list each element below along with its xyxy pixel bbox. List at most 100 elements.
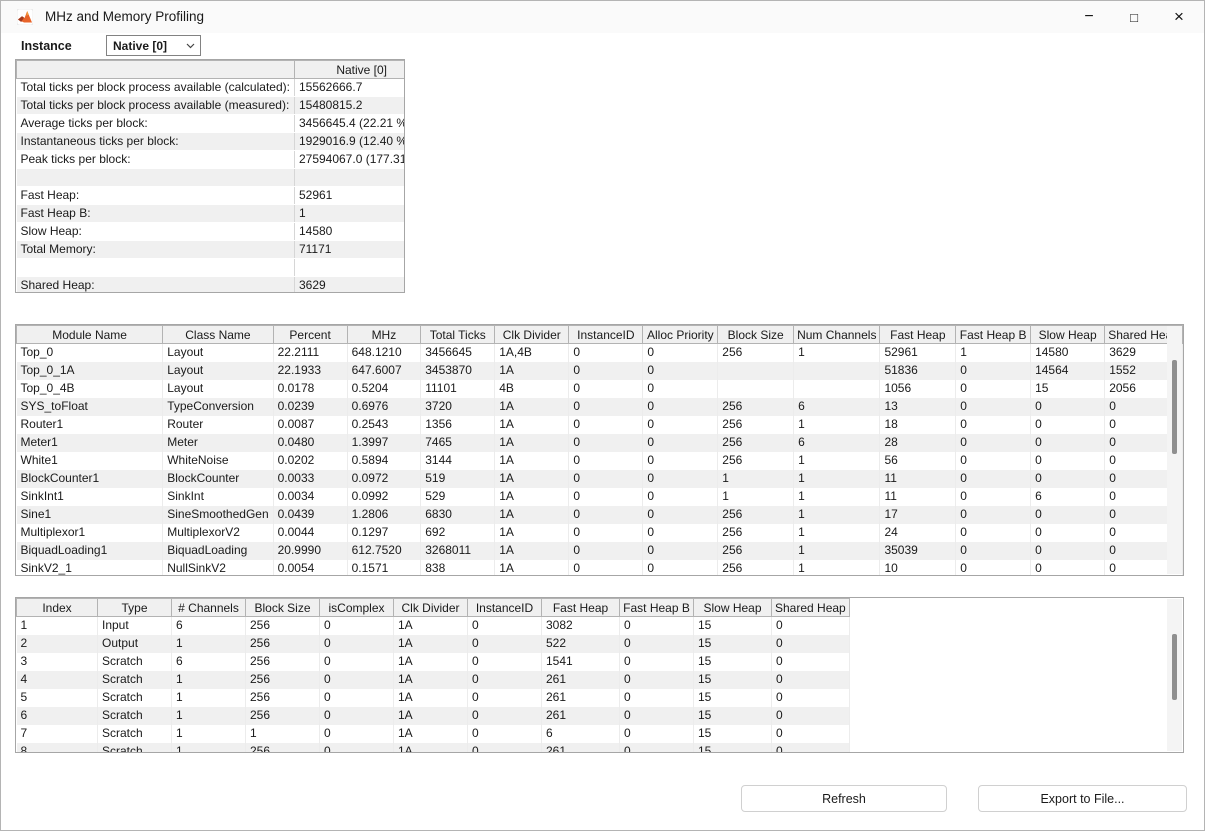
cell: 256 <box>718 560 794 577</box>
cell: 261 <box>542 743 620 754</box>
buffer-row[interactable]: 6Scratch125601A02610150 <box>17 707 850 725</box>
cell: Layout <box>163 362 273 380</box>
cell: Scratch <box>98 725 172 743</box>
cell <box>294 259 405 277</box>
cell: 1A <box>394 707 468 725</box>
window-title: MHz and Memory Profiling <box>45 1 204 33</box>
cell: 15 <box>694 743 772 754</box>
cell: 0.5894 <box>347 452 421 470</box>
cell: 0 <box>468 725 542 743</box>
cell: 18 <box>880 416 956 434</box>
instance-selected-value: Native [0] <box>113 39 167 53</box>
cell: 7465 <box>421 434 495 452</box>
buffer-table: IndexType# ChannelsBlock SizeisComplexCl… <box>15 597 1184 753</box>
cell <box>17 169 295 187</box>
cell: 0.1297 <box>347 524 421 542</box>
column-header: Module Name <box>17 326 163 344</box>
module-row[interactable]: Meter1Meter0.04801.399774651A00256628000 <box>17 434 1183 452</box>
summary-row[interactable]: Slow Heap:14580 <box>17 223 406 241</box>
module-table-scrollbar[interactable] <box>1167 326 1182 574</box>
summary-row[interactable]: Fast Heap:52961 <box>17 187 406 205</box>
cell: 14580 <box>294 223 405 241</box>
cell: Slow Heap: <box>17 223 295 241</box>
column-header: Percent <box>273 326 347 344</box>
cell: 0 <box>468 653 542 671</box>
module-row[interactable]: Top_0Layout22.2111648.121034566451A,4B00… <box>17 344 1183 362</box>
cell: 0 <box>320 707 394 725</box>
cell: 0 <box>956 398 1031 416</box>
cell: 1A <box>394 689 468 707</box>
cell: MultiplexorV2 <box>163 524 273 542</box>
export-to-file-button[interactable]: Export to File... <box>978 785 1187 812</box>
module-row[interactable]: SinkV2_1NullSinkV20.00540.15718381A00256… <box>17 560 1183 577</box>
summary-row[interactable]: Total Memory:71171 <box>17 241 406 259</box>
cell: 522 <box>542 635 620 653</box>
summary-row[interactable]: Average ticks per block:3456645.4 (22.21… <box>17 115 406 133</box>
scrollbar-thumb[interactable] <box>1172 634 1177 700</box>
buffer-row[interactable]: 8Scratch125601A02610150 <box>17 743 850 754</box>
buffer-row[interactable]: 5Scratch125601A02610150 <box>17 689 850 707</box>
summary-row[interactable]: Shared Heap:3629 <box>17 277 406 294</box>
summary-row[interactable]: Instantaneous ticks per block:1929016.9 … <box>17 133 406 151</box>
buffer-row[interactable]: 2Output125601A05220150 <box>17 635 850 653</box>
cell: BiquadLoading1 <box>17 542 163 560</box>
cell: 0 <box>620 725 694 743</box>
cell: 1A <box>495 398 569 416</box>
module-row[interactable]: White1WhiteNoise0.02020.589431441A002561… <box>17 452 1183 470</box>
module-row[interactable]: Top_0_1ALayout22.1933647.600734538701A00… <box>17 362 1183 380</box>
summary-row[interactable]: Fast Heap B:1 <box>17 205 406 223</box>
maximize-button[interactable]: □ <box>1116 1 1152 33</box>
module-row[interactable]: Multiplexor1MultiplexorV20.00440.1297692… <box>17 524 1183 542</box>
summary-row[interactable]: Total ticks per block process available … <box>17 97 406 115</box>
cell: 256 <box>718 416 794 434</box>
cell: 22.2111 <box>273 344 347 362</box>
cell: 0 <box>620 707 694 725</box>
cell: 1 <box>794 560 880 577</box>
cell: 0 <box>643 560 718 577</box>
column-header: # Channels <box>172 599 246 617</box>
cell: 1 <box>794 416 880 434</box>
cell: 1A <box>394 617 468 635</box>
module-row[interactable]: BiquadLoading1BiquadLoading20.9990612.75… <box>17 542 1183 560</box>
buffer-row[interactable]: 4Scratch125601A02610150 <box>17 671 850 689</box>
scrollbar-thumb[interactable] <box>1172 360 1177 454</box>
cell: 0 <box>643 470 718 488</box>
cell: 0 <box>956 524 1031 542</box>
module-row[interactable]: SYS_toFloatTypeConversion0.02390.6976372… <box>17 398 1183 416</box>
cell: Multiplexor1 <box>17 524 163 542</box>
summary-row[interactable] <box>17 259 406 277</box>
minimize-button[interactable]: − <box>1071 1 1107 33</box>
buffer-row[interactable]: 7Scratch1101A060150 <box>17 725 850 743</box>
instance-dropdown[interactable]: Native [0] <box>106 35 201 56</box>
module-row[interactable]: SinkInt1SinkInt0.00340.09925291A00111106… <box>17 488 1183 506</box>
cell: 0 <box>569 560 643 577</box>
cell: 0 <box>956 506 1031 524</box>
cell: 0 <box>643 362 718 380</box>
module-row[interactable]: BlockCounter1BlockCounter0.00330.0972519… <box>17 470 1183 488</box>
cell: 0 <box>956 560 1031 577</box>
cell: Scratch <box>98 671 172 689</box>
cell: 0 <box>1031 524 1105 542</box>
cell: Layout <box>163 344 273 362</box>
cell: 0.2543 <box>347 416 421 434</box>
close-button[interactable]: × <box>1161 1 1197 33</box>
cell: 15 <box>694 707 772 725</box>
cell: 0 <box>643 380 718 398</box>
refresh-button[interactable]: Refresh <box>741 785 947 812</box>
module-row[interactable]: Sine1SineSmoothedGen0.04391.280668301A00… <box>17 506 1183 524</box>
module-row[interactable]: Router1Router0.00870.254313561A002561180… <box>17 416 1183 434</box>
buffer-row[interactable]: 1Input625601A030820150 <box>17 617 850 635</box>
module-row[interactable]: Top_0_4BLayout0.01780.5204111014B0010560… <box>17 380 1183 398</box>
cell: 4B <box>495 380 569 398</box>
cell: SYS_toFloat <box>17 398 163 416</box>
cell: 1A <box>495 560 569 577</box>
cell: 0 <box>772 671 850 689</box>
cell: Layout <box>163 380 273 398</box>
summary-row[interactable]: Total ticks per block process available … <box>17 79 406 97</box>
summary-row[interactable] <box>17 169 406 187</box>
buffer-table-scrollbar[interactable] <box>1167 599 1182 751</box>
buffer-row[interactable]: 3Scratch625601A015410150 <box>17 653 850 671</box>
cell: 15 <box>694 689 772 707</box>
cell: 0 <box>956 488 1031 506</box>
summary-row[interactable]: Peak ticks per block:27594067.0 (177.31 … <box>17 151 406 169</box>
